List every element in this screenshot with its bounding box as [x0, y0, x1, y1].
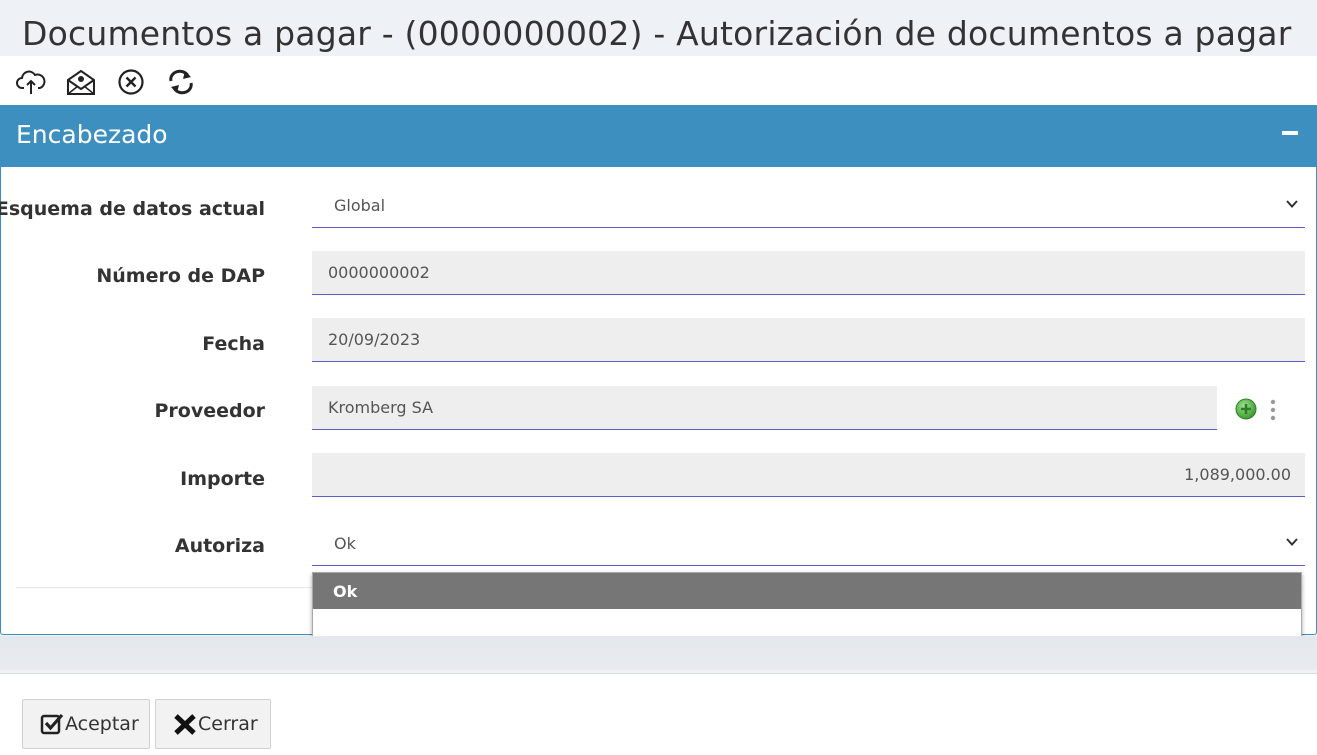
close-x-icon	[174, 714, 196, 735]
cancel-button[interactable]	[115, 66, 147, 98]
cloud-upload-icon	[16, 70, 46, 94]
date-label: Fecha	[202, 333, 265, 355]
header-panel: Encabezado Esquema de datos actual Globa…	[0, 105, 1317, 635]
amount-field[interactable]: 1,089,000.00	[312, 453, 1305, 497]
supplier-value: Kromberg SA	[328, 398, 434, 417]
upload-button[interactable]	[15, 66, 47, 98]
close-button[interactable]: Cerrar	[155, 699, 271, 749]
date-value: 20/09/2023	[328, 330, 421, 349]
background-band	[0, 636, 1317, 670]
email-button[interactable]	[65, 66, 97, 98]
authorizes-value: Ok	[334, 533, 356, 553]
circle-x-icon	[118, 69, 144, 95]
amount-value: 1,089,000.00	[1184, 465, 1291, 484]
more-options-icon[interactable]	[1266, 398, 1280, 422]
panel-title: Encabezado	[16, 120, 168, 149]
authorizes-dropdown: Ok	[312, 572, 1302, 643]
page-title: Documentos a pagar - (0000000002) - Auto…	[22, 14, 1292, 53]
footer: Aceptar Cerrar	[0, 673, 1317, 755]
chevron-down-icon	[1286, 200, 1298, 208]
refresh-icon	[169, 69, 193, 95]
refresh-button[interactable]	[165, 66, 197, 98]
dap-number-field[interactable]: 0000000002	[312, 251, 1305, 295]
date-field[interactable]: 20/09/2023	[312, 318, 1305, 362]
accept-label: Aceptar	[65, 713, 139, 735]
supplier-field[interactable]: Kromberg SA	[312, 386, 1217, 430]
authorizes-select[interactable]: Ok	[312, 521, 1305, 566]
schema-select[interactable]: Global	[312, 183, 1305, 228]
schema-label: Esquema de datos actual	[0, 198, 265, 220]
dropdown-option-selected[interactable]: Ok	[313, 573, 1301, 609]
open-envelope-icon	[67, 69, 95, 95]
accept-button[interactable]: Aceptar	[22, 699, 150, 749]
supplier-label: Proveedor	[154, 400, 265, 422]
schema-value: Global	[334, 195, 386, 215]
amount-label: Importe	[180, 468, 265, 490]
panel-header: Encabezado	[1, 105, 1317, 167]
add-supplier-icon[interactable]	[1235, 398, 1257, 420]
authorizes-label: Autoriza	[174, 535, 265, 557]
close-label: Cerrar	[198, 713, 258, 735]
toolbar	[0, 56, 1317, 105]
chevron-down-icon	[1286, 538, 1298, 546]
dap-number-label: Número de DAP	[96, 265, 265, 287]
collapse-icon[interactable]	[1282, 131, 1298, 135]
dap-number-value: 0000000002	[328, 263, 430, 282]
checkbox-check-icon	[40, 713, 64, 735]
